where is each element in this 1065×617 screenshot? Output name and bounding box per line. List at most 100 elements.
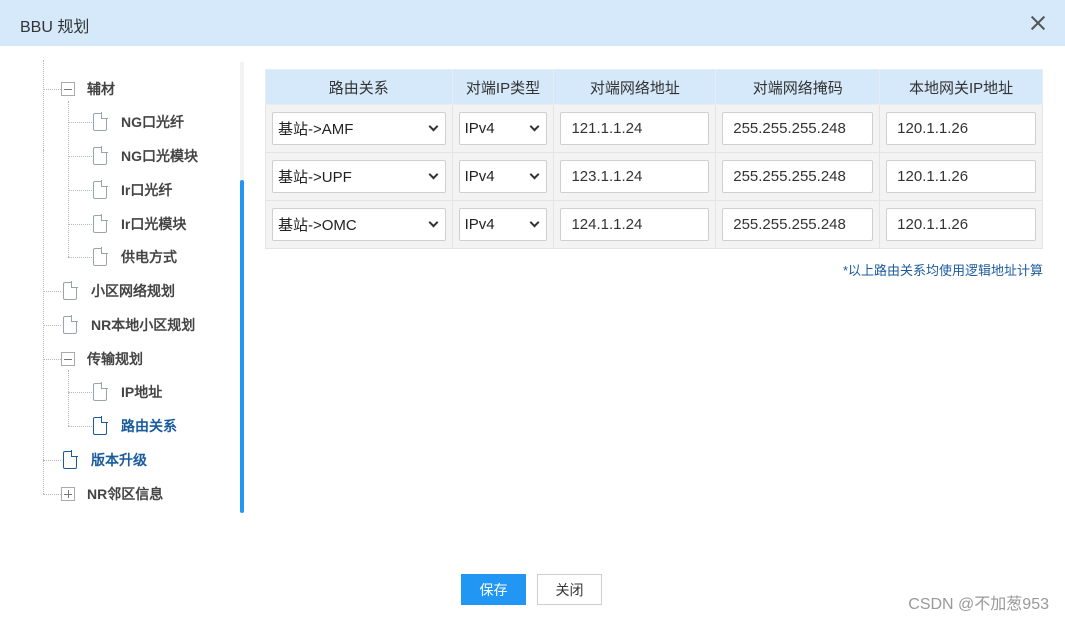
route-select[interactable]: 基站->AMF xyxy=(272,112,446,145)
tree-item-auxiliary[interactable]: 辅材 xyxy=(61,78,115,100)
route-select-value: 基站->OMC xyxy=(278,217,357,234)
chevron-down-icon xyxy=(428,169,439,180)
tree-scrollbar-thumb[interactable] xyxy=(240,180,244,513)
tree-item-label: IP地址 xyxy=(121,384,163,400)
ip-type-select[interactable]: IPv4 xyxy=(458,160,548,193)
tree-guide-line xyxy=(68,122,92,123)
chevron-down-icon xyxy=(530,169,540,180)
tree-item-ip-address[interactable]: IP地址 xyxy=(93,381,162,403)
file-icon xyxy=(63,450,78,469)
tree-item-nr-local-cell-planning[interactable]: NR本地小区规划 xyxy=(63,314,195,336)
file-icon xyxy=(93,146,108,165)
peer-mask-input[interactable]: 255.255.255.248 xyxy=(722,160,874,193)
tree-guide-line xyxy=(68,370,69,426)
expand-icon[interactable] xyxy=(61,487,75,501)
tree-item-nr-neighbor-info[interactable]: NR邻区信息 xyxy=(61,483,163,505)
tree-item-transport-planning[interactable]: 传输规划 xyxy=(61,348,143,370)
chevron-down-icon xyxy=(530,217,540,228)
close-icon[interactable] xyxy=(1027,12,1049,34)
tree-guide-line xyxy=(68,426,92,427)
file-icon xyxy=(93,416,108,435)
tree-item-cell-network-planning[interactable]: 小区网络规划 xyxy=(63,280,175,302)
file-icon xyxy=(93,247,108,266)
table-row: 基站->AMF IPv4 121.1.1.24 255.255.255.248 … xyxy=(265,104,1043,153)
route-table: 路由关系 对端IP类型 对端网络地址 对端网络掩码 本地网关IP地址 基站->A… xyxy=(265,69,1043,249)
tree-item-label: 供电方式 xyxy=(121,249,177,265)
route-select[interactable]: 基站->OMC xyxy=(272,208,446,241)
file-icon xyxy=(63,281,78,300)
tree-item-label: 小区网络规划 xyxy=(91,283,175,299)
peer-address-input[interactable]: 123.1.1.24 xyxy=(560,160,710,193)
tree-guide-line xyxy=(68,101,69,257)
tree-item-route-relation[interactable]: 路由关系 xyxy=(93,415,177,437)
tree-item-version-upgrade[interactable]: 版本升级 xyxy=(63,449,147,471)
save-button[interactable]: 保存 xyxy=(461,574,526,605)
chevron-down-icon xyxy=(428,217,439,228)
gateway-input[interactable]: 120.1.1.26 xyxy=(886,112,1036,145)
gateway-input[interactable]: 120.1.1.26 xyxy=(886,160,1036,193)
file-icon xyxy=(93,214,108,233)
tree-item-ir-fiber[interactable]: Ir口光纤 xyxy=(93,179,172,201)
dialog-titlebar: BBU 规划 xyxy=(0,0,1065,46)
table-row: 基站->UPF IPv4 123.1.1.24 255.255.255.248 … xyxy=(265,152,1043,201)
tree-guide-line xyxy=(68,224,92,225)
collapse-icon[interactable] xyxy=(61,352,75,366)
tree-guide-line xyxy=(68,257,92,258)
peer-address-input[interactable]: 121.1.1.24 xyxy=(560,112,710,145)
tree-guide-line xyxy=(43,325,61,326)
route-select[interactable]: 基站->UPF xyxy=(272,160,446,193)
route-select-value: 基站->UPF xyxy=(278,169,352,186)
route-select-value: 基站->AMF xyxy=(278,121,354,138)
chevron-down-icon xyxy=(428,121,439,132)
tree-item-ir-module[interactable]: Ir口光模块 xyxy=(93,213,186,235)
ip-type-select[interactable]: IPv4 xyxy=(458,112,548,145)
route-note: *以上路由关系均使用逻辑地址计算 xyxy=(842,263,1043,278)
route-table-container: 路由关系 对端IP类型 对端网络地址 对端网络掩码 本地网关IP地址 基站->A… xyxy=(265,69,1043,249)
close-button[interactable]: 关闭 xyxy=(537,574,602,605)
column-header: 对端网络掩码 xyxy=(715,69,881,105)
tree-item-label: 辅材 xyxy=(87,81,115,97)
watermark: CSDN @不加葱953 xyxy=(908,596,1049,613)
collapse-icon[interactable] xyxy=(61,82,75,96)
tree-item-label: Ir口光纤 xyxy=(121,182,173,198)
file-icon xyxy=(93,180,108,199)
tree-guide-line xyxy=(43,291,61,292)
tree-item-ng-fiber[interactable]: NG口光纤 xyxy=(93,111,184,133)
gateway-input[interactable]: 120.1.1.26 xyxy=(886,208,1036,241)
tree-guide-line xyxy=(43,150,44,494)
peer-address-input[interactable]: 124.1.1.24 xyxy=(560,208,710,241)
tree-item-label: 版本升级 xyxy=(91,452,147,468)
peer-mask-input[interactable]: 255.255.255.248 xyxy=(722,208,874,241)
ip-type-select[interactable]: IPv4 xyxy=(458,208,548,241)
ip-type-select-value: IPv4 xyxy=(464,216,495,233)
tree-item-power-supply[interactable]: 供电方式 xyxy=(93,246,177,268)
file-icon xyxy=(93,112,108,131)
column-header: 对端网络地址 xyxy=(553,69,717,105)
table-header-row: 路由关系 对端IP类型 对端网络地址 对端网络掩码 本地网关IP地址 xyxy=(265,69,1043,105)
tree-item-ng-module[interactable]: NG口光模块 xyxy=(93,145,198,167)
tree-guide-line xyxy=(68,190,92,191)
table-row: 基站->OMC IPv4 124.1.1.24 255.255.255.248 … xyxy=(265,200,1043,249)
peer-mask-input[interactable]: 255.255.255.248 xyxy=(722,112,874,145)
column-header: 路由关系 xyxy=(265,69,453,105)
tree-guide-line xyxy=(68,156,92,157)
file-icon xyxy=(93,382,108,401)
tree-guide-line xyxy=(43,60,44,150)
chevron-down-icon xyxy=(530,121,540,132)
file-icon xyxy=(63,315,78,334)
tree-guide-line xyxy=(43,494,61,495)
ip-type-select-value: IPv4 xyxy=(464,168,495,185)
tree-item-label: NR本地小区规划 xyxy=(91,317,196,333)
tree-item-label: NG口光模块 xyxy=(121,148,198,164)
column-header: 对端IP类型 xyxy=(451,69,555,105)
tree-guide-line xyxy=(68,392,92,393)
tree-item-label: NR邻区信息 xyxy=(87,486,164,502)
tree-item-label: 路由关系 xyxy=(121,418,177,434)
ip-type-select-value: IPv4 xyxy=(464,120,495,137)
dialog-title: BBU 规划 xyxy=(20,19,90,36)
tree-item-label: 传输规划 xyxy=(87,351,143,367)
tree-item-label: Ir口光模块 xyxy=(121,216,187,232)
tree-item-label: NG口光纤 xyxy=(121,114,184,130)
tree-guide-line xyxy=(43,460,61,461)
column-header: 本地网关IP地址 xyxy=(879,69,1043,105)
